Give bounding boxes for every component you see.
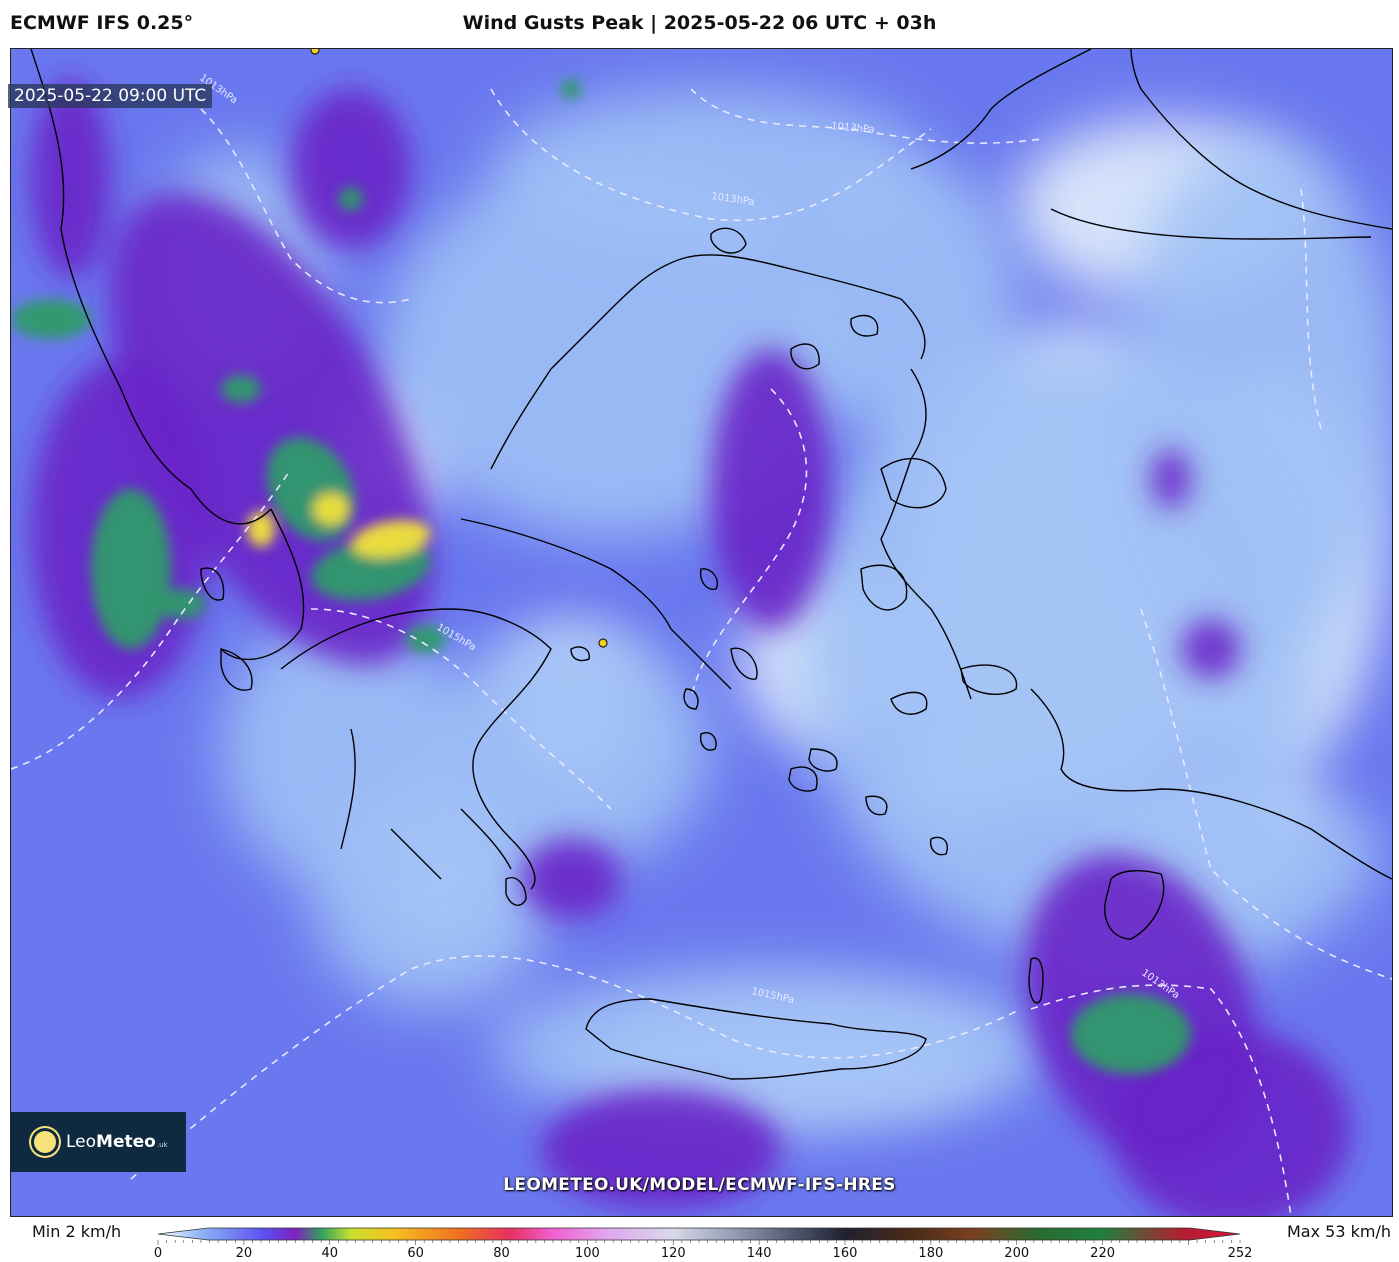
map-frame[interactable]: 1013hPa 1013hPa 1013hPa 1015hPa 1015hPa 1013h… — [10, 48, 1393, 1217]
strong-wind-area — [521, 839, 621, 919]
colorbar-tick-label: 220 — [1090, 1246, 1116, 1261]
chart-title: Wind Gusts Peak | 2025-05-22 06 UTC + 03… — [462, 12, 937, 34]
strong-wind-area — [31, 79, 111, 279]
light-wind-area — [801, 159, 1021, 439]
colorbar-tick-label: 100 — [574, 1246, 600, 1261]
colorbar-gradient — [157, 1227, 1241, 1241]
strong-gust-area — [11, 299, 91, 339]
strong-wind-area — [711, 349, 831, 629]
strong-wind-area — [291, 89, 411, 249]
logo-brand-bold: Meteo — [96, 1132, 156, 1152]
colorbar-tick-label: 80 — [493, 1246, 510, 1261]
valid-time-badge: 2025-05-22 09:00 UTC — [8, 84, 213, 108]
colorbar-tick-label: 200 — [1004, 1246, 1030, 1261]
sun-icon — [34, 1131, 56, 1153]
colorbar-tick-label: 140 — [746, 1246, 772, 1261]
logo-brand-light: Leo — [66, 1132, 97, 1152]
strong-gust-area — [221, 375, 261, 403]
wind-gust-field[interactable]: 1013hPa1013hPa1013hPa1015hPa1015hPa 1013h… — [11, 49, 1392, 1216]
strong-gust-area — [339, 187, 363, 211]
light-wind-area — [1121, 139, 1392, 659]
logo-suffix: .uk — [156, 1141, 168, 1149]
logo-text: LeoMeteo.uk — [66, 1132, 168, 1152]
colorbar-tick-label: 40 — [321, 1246, 339, 1261]
strong-gust-area — [1071, 994, 1191, 1074]
station-marker[interactable] — [598, 638, 608, 648]
strong-gust-area — [561, 79, 581, 99]
strong-gust-area — [156, 589, 206, 619]
source-watermark: LEOMETEO.UK/MODEL/ECMWF-IFS-HRES — [503, 1175, 896, 1195]
peak-gust-area — [313, 493, 349, 525]
colorbar-tick-label: 180 — [918, 1246, 944, 1261]
station-marker[interactable] — [310, 49, 320, 55]
colorbar-tick-label: 60 — [407, 1246, 424, 1261]
leometeo-logo[interactable]: LeoMeteo.uk — [10, 1112, 186, 1172]
colorbar-tick-label: 0 — [153, 1246, 163, 1261]
colorbar-tick-label: 252 — [1227, 1246, 1253, 1261]
colorbar — [157, 1227, 1241, 1245]
strong-wind-area — [1181, 619, 1241, 679]
strong-wind-area — [1151, 449, 1191, 509]
strong-gust-area — [91, 489, 171, 649]
colorbar-tick-label: 120 — [660, 1246, 686, 1261]
colorbar-tick-label: 20 — [235, 1246, 253, 1261]
colorbar-tick-label: 160 — [832, 1246, 858, 1261]
